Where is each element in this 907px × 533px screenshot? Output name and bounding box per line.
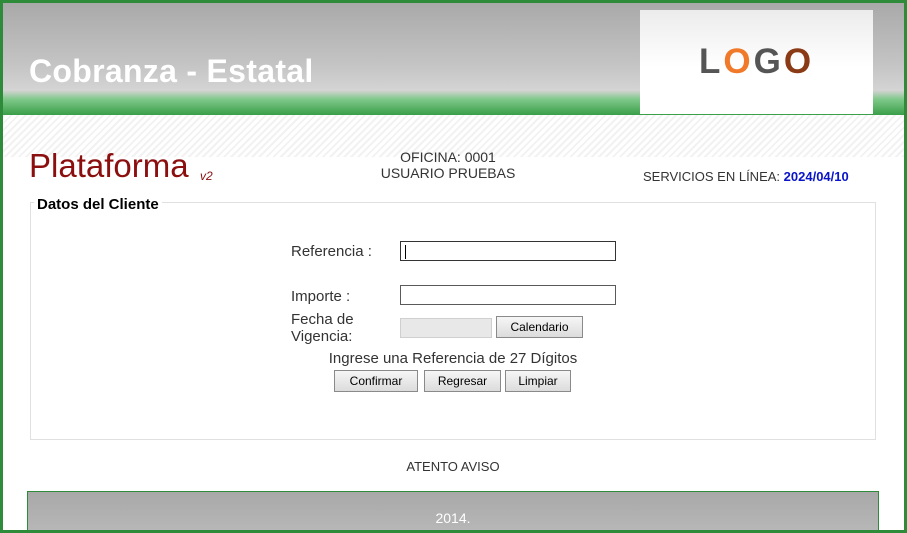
- logo-letter: O: [783, 42, 815, 81]
- validity-date-input[interactable]: [400, 318, 492, 338]
- footer-text: 2014.: [435, 510, 471, 526]
- logo-text: LOGO: [699, 42, 814, 82]
- logo-letter: O: [723, 42, 754, 81]
- calendar-button[interactable]: Calendario: [496, 316, 583, 338]
- logo: LOGO: [640, 10, 873, 114]
- platform-version: v2: [200, 169, 213, 183]
- clear-button[interactable]: Limpiar: [505, 370, 571, 392]
- amount-input[interactable]: [400, 285, 616, 305]
- confirm-button[interactable]: Confirmar: [334, 370, 418, 392]
- services-date: 2024/04/10: [783, 169, 849, 184]
- validity-label-line1: Fecha de: [291, 311, 354, 328]
- app-title: Cobranza - Estatal: [29, 53, 314, 89]
- validity-label-line2: Vigencia:: [291, 328, 353, 345]
- logo-letter: G: [753, 42, 784, 81]
- logo-letter: L: [698, 42, 724, 81]
- client-data-legend: Datos del Cliente: [34, 196, 162, 213]
- platform-title: Plataforma: [29, 147, 189, 184]
- amount-label: Importe :: [291, 288, 351, 305]
- office-info: OFICINA: 0001 USUARIO PRUEBAS: [348, 149, 548, 181]
- reference-hint: Ingrese una Referencia de 27 Dígitos: [328, 350, 578, 367]
- validity-date-label: Fecha de Vigencia:: [291, 311, 354, 345]
- reference-label: Referencia :: [291, 243, 372, 260]
- page-frame: Cobranza - Estatal LOGO Plataforma v2 OF…: [0, 0, 907, 533]
- footer-bar: 2014.: [27, 491, 879, 530]
- reference-input[interactable]: [400, 241, 616, 261]
- header-banner: Cobranza - Estatal LOGO: [3, 3, 904, 115]
- online-services: SERVICIOS EN LÍNEA: 2024/04/10: [643, 169, 849, 184]
- back-button[interactable]: Regresar: [424, 370, 501, 392]
- office-number: OFICINA: 0001: [400, 149, 496, 165]
- services-label: SERVICIOS EN LÍNEA:: [643, 169, 781, 184]
- text-cursor: [405, 245, 406, 259]
- user-name: USUARIO PRUEBAS: [380, 165, 516, 181]
- notice-text: ATENTO AVISO: [406, 459, 500, 474]
